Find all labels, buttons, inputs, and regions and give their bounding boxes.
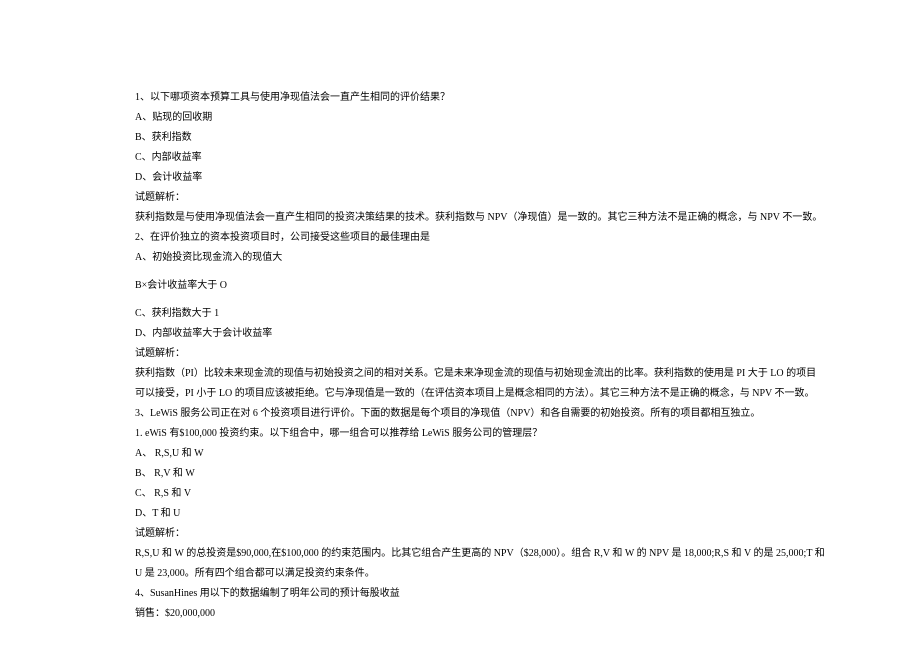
text-line: B、 R,V 和 W [135,464,825,484]
text-line: C、 R,S 和 V [135,484,825,504]
text-line: C、内部收益率 [135,148,825,168]
text-line: A、初始投资比现金流入的现值大 [135,248,825,268]
document-page: 1、以下哪项资本预算工具与使用净现值法会一直产生相同的评价结果？A、贴现的回收期… [0,0,920,624]
text-line: 1、以下哪项资本预算工具与使用净现值法会一直产生相同的评价结果？ [135,88,825,108]
text-line: 4、SusanHines 用以下的数据编制了明年公司的预计每股收益 [135,584,825,604]
text-line: R,S,U 和 W 的总投资是$90,000,在$100,000 的约束范围内。… [135,544,825,584]
text-line: 3、LeWiS 服务公司正在对 6 个投资项目进行评价。下面的数据是每个项目的净… [135,404,825,424]
spacer [135,296,825,304]
text-line: 2、在评价独立的资本投资项目时，公司接受这些项目的最佳理由是 [135,228,825,248]
text-line: 销售：$20,000,000 [135,604,825,624]
text-line: D、内部收益率大于会计收益率 [135,324,825,344]
content-block: 1、以下哪项资本预算工具与使用净现值法会一直产生相同的评价结果？A、贴现的回收期… [135,88,825,624]
spacer [135,268,825,276]
text-line: D、T 和 U [135,504,825,524]
text-line: 试题解析： [135,344,825,364]
text-line: B、获利指数 [135,128,825,148]
text-line: A、贴现的回收期 [135,108,825,128]
text-line: 试题解析： [135,524,825,544]
text-line: C、获利指数大于 1 [135,304,825,324]
text-line: A、 R,S,U 和 W [135,444,825,464]
text-line: D、会计收益率 [135,168,825,188]
text-line: 获利指数（PI）比较未来现金流的现值与初始投资之间的相对关系。它是未来净现金流的… [135,364,825,404]
text-line: 获利指数是与使用净现值法会一直产生相同的投资决策结果的技术。获利指数与 NPV（… [135,208,825,228]
text-line: 1. eWiS 有$100,000 投资约束。以下组合中，哪一组合可以推荐给 L… [135,424,825,444]
text-line: B×会计收益率大于 O [135,276,825,296]
text-line: 试题解析： [135,188,825,208]
